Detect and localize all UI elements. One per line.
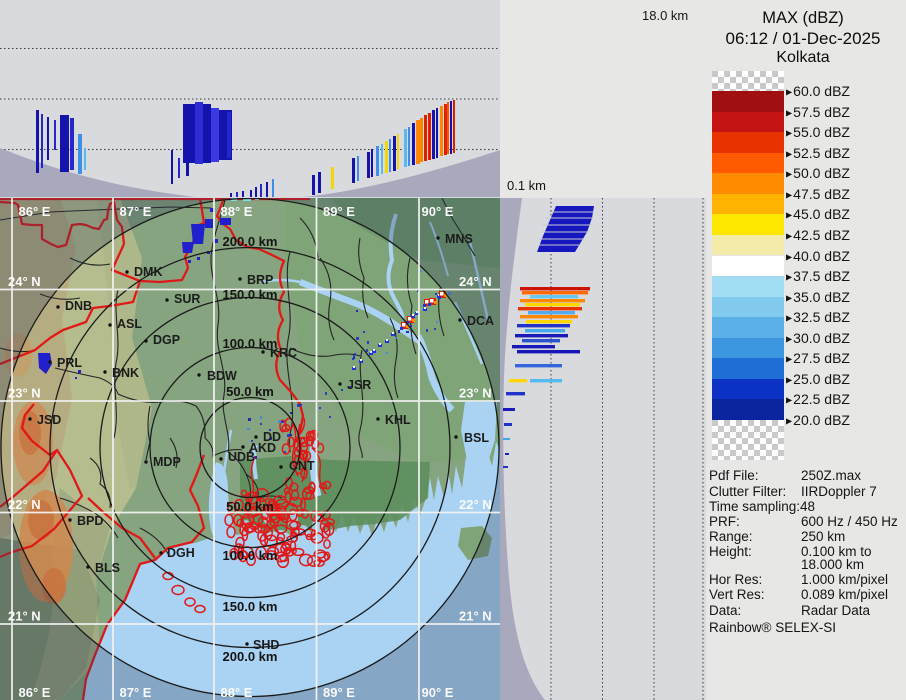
svg-text:87° E: 87° E	[120, 204, 152, 219]
svg-text:89° E: 89° E	[323, 685, 355, 700]
svg-text:BNK: BNK	[112, 366, 139, 380]
svg-text:90° E: 90° E	[422, 204, 454, 219]
svg-text:BSL: BSL	[464, 431, 489, 445]
svg-text:JSR: JSR	[347, 378, 371, 392]
svg-text:MDP: MDP	[153, 455, 181, 469]
svg-text:JSD: JSD	[37, 413, 61, 427]
svg-text:86° E: 86° E	[19, 685, 51, 700]
svg-text:87° E: 87° E	[120, 685, 152, 700]
svg-text:24° N: 24° N	[459, 274, 492, 289]
svg-text:ASL: ASL	[117, 317, 142, 331]
svg-text:PRL: PRL	[57, 356, 82, 370]
svg-text:88° E: 88° E	[221, 685, 253, 700]
svg-text:BRP: BRP	[247, 273, 273, 287]
svg-text:CNT: CNT	[289, 459, 315, 473]
svg-text:SUR: SUR	[174, 292, 200, 306]
svg-text:50.0 km: 50.0 km	[226, 384, 274, 399]
svg-text:150.0 km: 150.0 km	[223, 599, 278, 614]
svg-text:BDW: BDW	[207, 369, 237, 383]
svg-text:24° N: 24° N	[8, 274, 41, 289]
svg-text:200.0 km: 200.0 km	[223, 234, 278, 249]
svg-text:200.0 km: 200.0 km	[223, 649, 278, 664]
svg-text:150.0 km: 150.0 km	[223, 287, 278, 302]
svg-text:DGP: DGP	[153, 333, 180, 347]
svg-text:21° N: 21° N	[459, 609, 492, 624]
svg-text:KHL: KHL	[385, 413, 411, 427]
svg-text:86° E: 86° E	[19, 204, 51, 219]
svg-text:DNB: DNB	[65, 299, 92, 313]
svg-text:89° E: 89° E	[323, 204, 355, 219]
svg-text:22° N: 22° N	[8, 497, 41, 512]
svg-text:50.0 km: 50.0 km	[226, 499, 274, 514]
svg-text:MNS: MNS	[445, 232, 473, 246]
svg-text:90° E: 90° E	[422, 685, 454, 700]
svg-text:DMK: DMK	[134, 265, 162, 279]
svg-text:21° N: 21° N	[8, 609, 41, 624]
svg-text:BLS: BLS	[95, 561, 120, 575]
svg-text:22° N: 22° N	[459, 497, 492, 512]
svg-text:DGH: DGH	[167, 546, 195, 560]
svg-text:100.0 km: 100.0 km	[223, 548, 278, 563]
svg-text:100.0 km: 100.0 km	[223, 336, 278, 351]
svg-text:23° N: 23° N	[459, 386, 492, 401]
svg-text:23° N: 23° N	[8, 386, 41, 401]
svg-text:BPD: BPD	[77, 514, 103, 528]
svg-text:88° E: 88° E	[221, 204, 253, 219]
svg-text:DCA: DCA	[467, 314, 494, 328]
svg-text:UDB: UDB	[228, 450, 255, 464]
